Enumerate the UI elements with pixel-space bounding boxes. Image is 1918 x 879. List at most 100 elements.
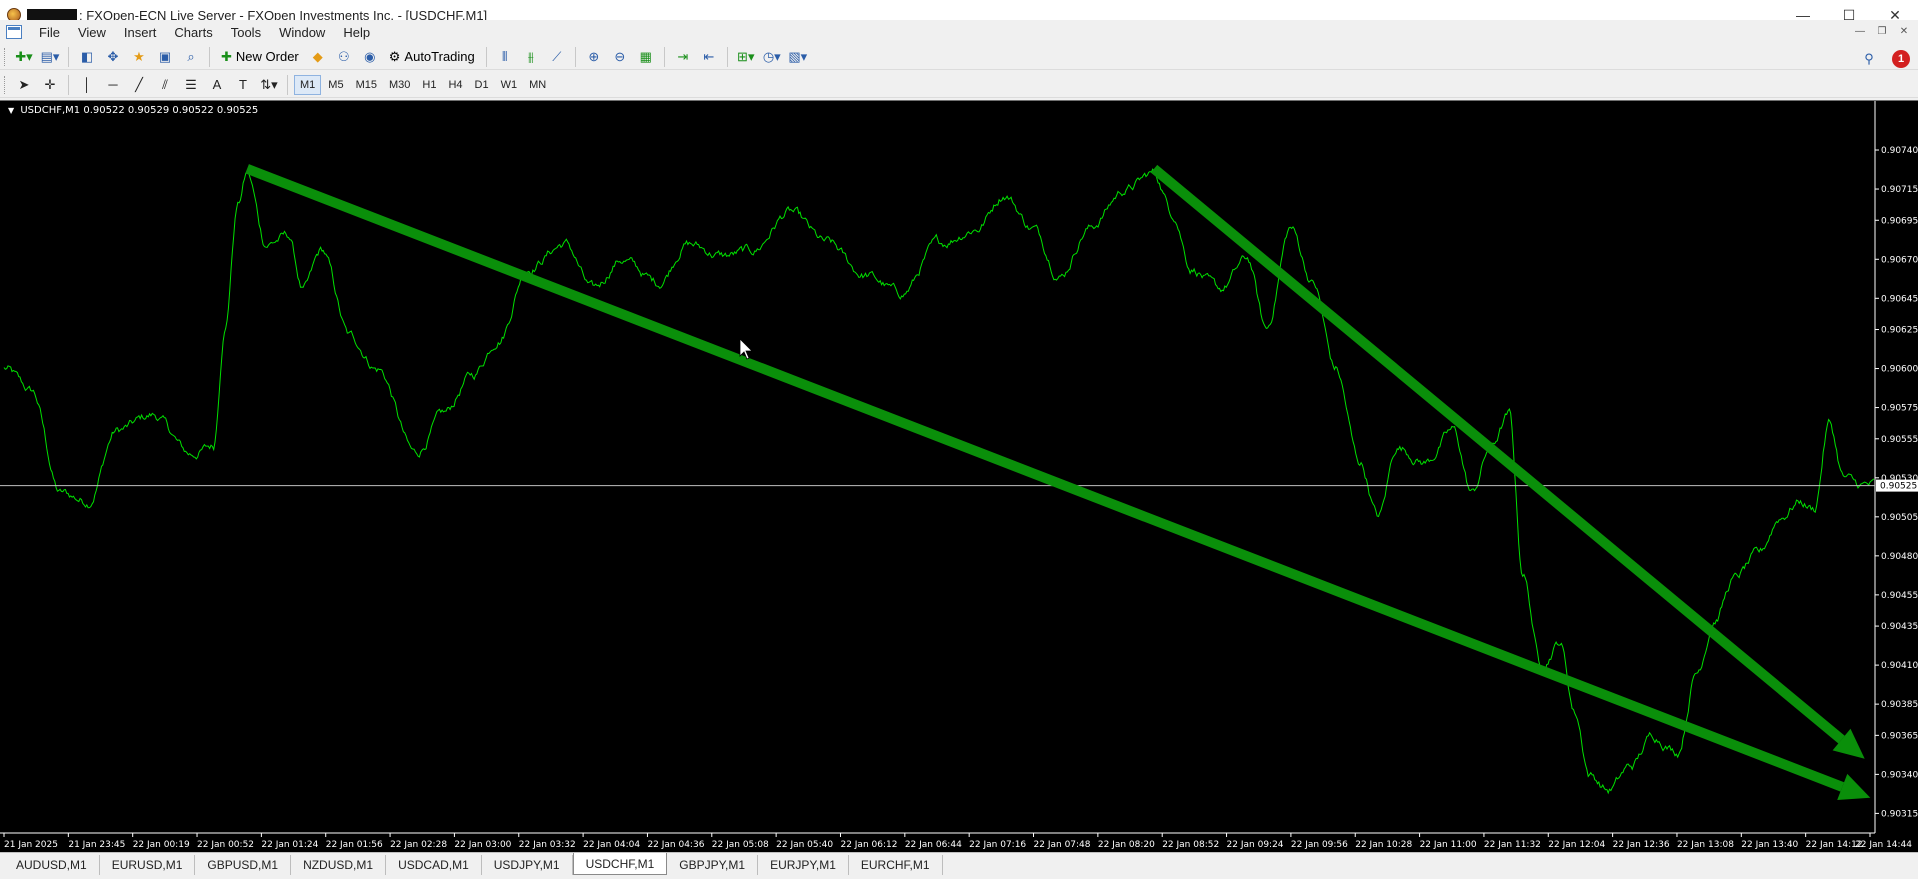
mdi-close-button[interactable]: ✕: [1896, 24, 1912, 38]
autotrading-button[interactable]: ⚙ AutoTrading: [385, 46, 479, 68]
time-tick-label: 22 Jan 13:40: [1741, 840, 1798, 850]
equidistant-channel-icon[interactable]: ⫽: [154, 74, 176, 96]
tab-usdjpy[interactable]: USDJPY,M1: [482, 855, 573, 875]
autotrading-label: AutoTrading: [404, 49, 475, 64]
timeframe-h4[interactable]: H4: [443, 75, 467, 95]
auto-scroll-icon[interactable]: ⇥: [672, 46, 694, 68]
tile-windows-icon[interactable]: ▦: [635, 46, 657, 68]
fibonacci-icon[interactable]: ☰: [180, 74, 202, 96]
market-watch-icon[interactable]: ◧: [76, 46, 98, 68]
time-tick-label: 22 Jan 05:40: [776, 840, 833, 850]
menu-charts[interactable]: Charts: [165, 25, 221, 40]
time-tick-label: 22 Jan 07:16: [969, 840, 1026, 850]
menu-help[interactable]: Help: [334, 25, 379, 40]
tab-usdchf[interactable]: USDCHF,M1: [572, 853, 668, 875]
document-icon[interactable]: [6, 25, 22, 39]
chart-canvas[interactable]: 0.90740 0.90715 0.90695 0.90670 0.90645 0.906…: [0, 101, 1918, 853]
timeframe-w1[interactable]: W1: [496, 75, 523, 95]
price-tick-label: 0.90555: [1881, 435, 1918, 445]
text-label-icon[interactable]: T: [232, 74, 254, 96]
separator: [209, 46, 210, 67]
tab-nzdusd[interactable]: NZDUSD,M1: [291, 855, 387, 875]
crosshair-icon[interactable]: ✛: [39, 74, 61, 96]
price-tick-label: 0.90715: [1881, 185, 1918, 195]
time-tick-label: 22 Jan 01:56: [326, 840, 383, 850]
horizontal-line-icon[interactable]: ─: [102, 74, 124, 96]
notification-badge[interactable]: 1: [1892, 50, 1910, 68]
separator: [287, 74, 288, 95]
text-icon[interactable]: A: [206, 74, 228, 96]
trendline-icon[interactable]: ╱: [128, 74, 150, 96]
strategy-tester-icon[interactable]: ⌕: [180, 46, 202, 68]
toolbar-right: ⚲ 1: [1856, 48, 1910, 70]
vertical-line-icon[interactable]: │: [76, 74, 98, 96]
price-tick-label: 0.90340: [1881, 770, 1918, 780]
price-tick-label: 0.90645: [1881, 294, 1918, 304]
price-tick-label: 0.90575: [1881, 404, 1918, 414]
new-order-button[interactable]: ✚ New Order: [217, 46, 303, 68]
collapse-triangle-icon[interactable]: ▼: [8, 106, 14, 115]
timeframe-mn[interactable]: MN: [524, 75, 551, 95]
signals-icon[interactable]: ⚇: [333, 46, 355, 68]
data-window-icon[interactable]: ✥: [102, 46, 124, 68]
time-tick-label: 22 Jan 05:08: [712, 840, 769, 850]
timeframe-m30[interactable]: M30: [384, 75, 415, 95]
chart-shift-icon[interactable]: ⇤: [698, 46, 720, 68]
zoom-out-icon[interactable]: ⊖: [609, 46, 631, 68]
timeframe-m5[interactable]: M5: [323, 75, 348, 95]
menu-tools[interactable]: Tools: [222, 25, 270, 40]
line-chart-icon[interactable]: ⟋: [546, 46, 568, 68]
terminal-icon[interactable]: ▣: [154, 46, 176, 68]
tab-audusd[interactable]: AUDUSD,M1: [4, 855, 100, 875]
terminal-window: : FXOpen-ECN Live Server - FXOpen Invest…: [0, 0, 1918, 879]
menu-window[interactable]: Window: [270, 25, 334, 40]
price-chart[interactable]: 0.90740 0.90715 0.90695 0.90670 0.90645 0.906…: [0, 100, 1918, 852]
price-tick-label: 0.90410: [1881, 661, 1918, 671]
time-tick-label: 21 Jan 2025: [4, 840, 58, 850]
periods-icon[interactable]: ◷▾: [761, 46, 783, 68]
tab-eurchf[interactable]: EURCHF,M1: [849, 855, 943, 875]
menu-view[interactable]: View: [69, 25, 115, 40]
tab-eurjpy[interactable]: EURJPY,M1: [758, 855, 849, 875]
new-chart-icon[interactable]: ✚▾: [13, 46, 35, 68]
timeframe-d1[interactable]: D1: [470, 75, 494, 95]
chart-info-label: ▼ USDCHF,M1 0.90522 0.90529 0.90522 0.90…: [8, 105, 258, 116]
mdi-minimize-button[interactable]: —: [1852, 24, 1868, 38]
tab-gbpjpy[interactable]: GBPJPY,M1: [667, 855, 759, 875]
timeframe-m1[interactable]: M1: [294, 74, 322, 95]
time-tick-label: 22 Jan 08:52: [1162, 840, 1219, 850]
time-tick-label: 22 Jan 01:24: [261, 840, 318, 850]
metaeditor-icon[interactable]: ◆: [307, 46, 329, 68]
bar-chart-icon[interactable]: ⫴: [494, 46, 516, 68]
separator: [68, 74, 69, 95]
candlesticks-icon[interactable]: ⫵: [520, 46, 542, 68]
time-tick-label: 22 Jan 04:36: [647, 840, 704, 850]
timeframe-h1[interactable]: H1: [417, 75, 441, 95]
navigator-icon[interactable]: ★: [128, 46, 150, 68]
zoom-in-icon[interactable]: ⊕: [583, 46, 605, 68]
new-order-label: New Order: [235, 49, 299, 64]
timeframe-m15[interactable]: M15: [351, 75, 382, 95]
chart-ohlc: 0.90522 0.90529 0.90522 0.90525: [83, 105, 259, 116]
time-tick-label: 22 Jan 11:00: [1420, 840, 1477, 850]
price-tick-label: 0.90435: [1881, 622, 1918, 632]
arrows-icon[interactable]: ⇅▾: [258, 74, 280, 96]
time-tick-label: 22 Jan 12:04: [1548, 840, 1605, 850]
market-icon[interactable]: ◉: [359, 46, 381, 68]
menu-insert[interactable]: Insert: [115, 25, 166, 40]
menu-file[interactable]: File: [30, 25, 69, 40]
time-tick-label: 22 Jan 11:32: [1484, 840, 1541, 850]
templates-icon[interactable]: ▧▾: [787, 46, 809, 68]
profiles-icon[interactable]: ▤▾: [39, 46, 61, 68]
indicators-icon[interactable]: ⊞▾: [735, 46, 757, 68]
tab-gbpusd[interactable]: GBPUSD,M1: [195, 855, 292, 875]
tab-eurusd[interactable]: EURUSD,M1: [100, 855, 196, 875]
new-order-icon: ✚: [221, 48, 232, 64]
time-tick-label: 22 Jan 03:32: [519, 840, 576, 850]
cursor-icon[interactable]: ➤: [13, 74, 35, 96]
mdi-restore-button[interactable]: ❐: [1874, 24, 1890, 38]
price-tick-label: 0.90740: [1881, 146, 1918, 156]
trend-arrow-shaft: [245, 164, 1845, 792]
tab-usdcad[interactable]: USDCAD,M1: [386, 855, 482, 875]
search-icon[interactable]: ⚲: [1858, 48, 1880, 70]
